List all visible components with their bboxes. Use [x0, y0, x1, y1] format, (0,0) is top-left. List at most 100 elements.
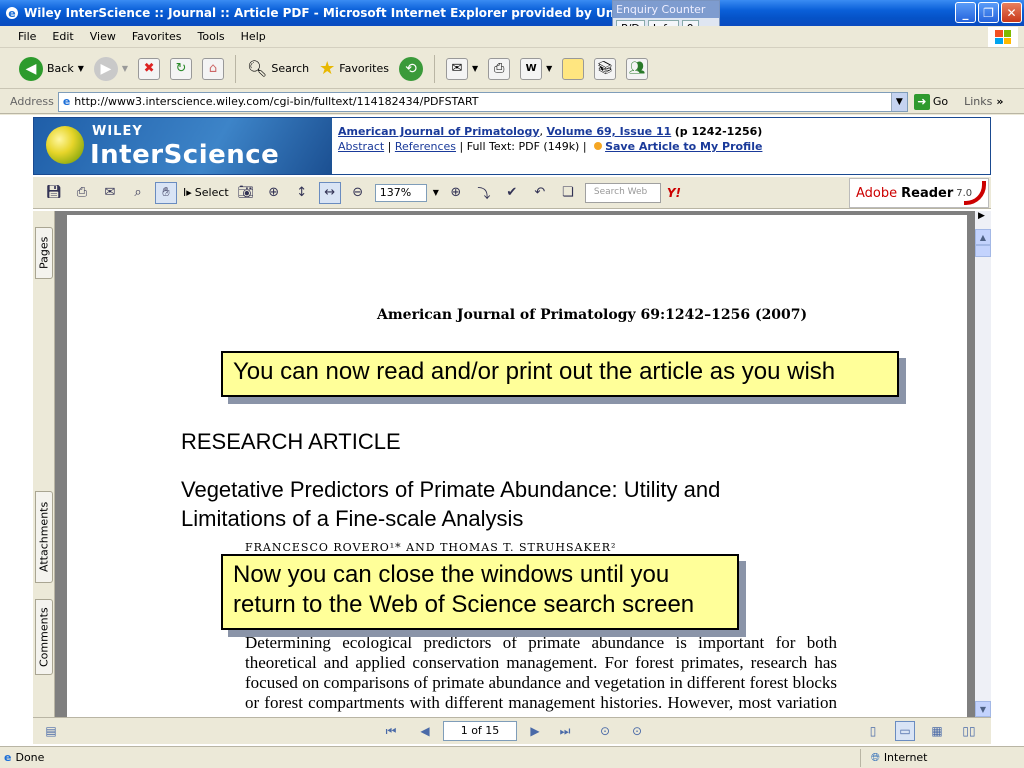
save-icon[interactable]: 💾︎	[43, 182, 65, 204]
window-title: Wiley InterScience :: Journal :: Article…	[24, 6, 624, 20]
menu-favorites[interactable]: Favorites	[124, 30, 190, 43]
issue-link[interactable]: Volume 69, Issue 11	[547, 125, 672, 138]
print-icon: ⎙	[488, 57, 511, 80]
refresh-button[interactable]: ↻	[167, 56, 195, 82]
print-button[interactable]: ⎙	[485, 56, 513, 82]
minimize-button[interactable]: _	[955, 2, 976, 23]
zoom-input[interactable]: 137%	[374, 183, 427, 202]
continuous-icon[interactable]: ▭	[895, 721, 915, 741]
email-icon[interactable]: ✉	[99, 182, 121, 204]
print-icon[interactable]: ⎙	[71, 182, 93, 204]
home-button[interactable]: ⌂	[199, 56, 227, 82]
zoom-dropdown-icon[interactable]: ▼	[433, 188, 439, 197]
article-type: RESEARCH ARTICLE	[181, 429, 401, 454]
previous-page-icon[interactable]: ◀	[415, 721, 435, 741]
pdf-page: American Journal of Primatology 69:1242–…	[67, 215, 967, 725]
wiley-banner: WILEY InterScience American Journal of P…	[33, 117, 991, 175]
tab-pages[interactable]: Pages	[35, 227, 53, 279]
chevron-right-icon[interactable]: »	[996, 95, 1003, 108]
vertical-scrollbar[interactable]: ▲ ▼	[975, 211, 991, 717]
wiley-wordmark: WILEY	[92, 124, 143, 139]
callout-close-windows: Now you can close the windows until you …	[221, 554, 739, 630]
scroll-up-icon[interactable]: ▲	[975, 229, 991, 245]
search-button[interactable]: 🔍︎ Search	[244, 57, 312, 80]
last-page-icon[interactable]: ⏭	[555, 721, 575, 741]
ie-icon: e	[6, 7, 18, 20]
standard-toolbar: ◀ Back ▼ ▶ ▼ ✖ ↻ ⌂ 🔍︎ Search ★ Favorites…	[0, 49, 1024, 89]
spell-check-icon[interactable]: ✔	[501, 182, 523, 204]
references-link[interactable]: References	[395, 140, 456, 153]
close-button[interactable]: ✕	[1001, 2, 1022, 23]
tab-comments[interactable]: Comments	[35, 599, 53, 675]
snapshot-icon[interactable]: 📷︎	[235, 182, 257, 204]
menu-edit[interactable]: Edit	[44, 30, 81, 43]
menu-tools[interactable]: Tools	[190, 30, 233, 43]
search-web-input[interactable]: Search Web	[584, 182, 661, 203]
enquiry-title: Enquiry Counter	[613, 1, 719, 18]
facing-icon[interactable]: ▯▯	[959, 721, 979, 741]
research-icon: 📚︎	[594, 57, 617, 80]
page-options-icon[interactable]: ▤	[41, 721, 61, 741]
links-button[interactable]: Links	[964, 95, 992, 108]
restore-button[interactable]: ❐	[978, 2, 999, 23]
forward-dropdown-icon[interactable]: ▼	[122, 64, 128, 73]
article-authors: FRANCESCO ROVERO¹* AND THOMAS T. STRUHSA…	[245, 541, 617, 554]
adobe-reader-logo: Adobe Reader 7.0	[849, 178, 989, 208]
tab-attachments[interactable]: Attachments	[35, 491, 53, 583]
pages-icon[interactable]: ❏	[557, 182, 579, 204]
mail-dropdown-icon[interactable]: ▼	[472, 64, 478, 73]
messenger-button[interactable]: 👥︎	[623, 56, 651, 82]
yahoo-icon[interactable]: Y!	[667, 186, 681, 200]
acrobat-toolbar: 💾︎ ⎙ ✉ ⌕ ✋︎ I▸ Select 📷︎ ⊕ ↕ ↔ ⊖ 137% ▼ …	[33, 177, 991, 209]
next-view-icon[interactable]: ⊙	[627, 721, 647, 741]
back-dropdown-icon[interactable]: ▼	[78, 64, 84, 73]
zoom-in-tool-icon[interactable]: ⊕	[263, 182, 285, 204]
zoom-out-icon[interactable]: ⊖	[347, 182, 369, 204]
search-icon: 🔍︎	[247, 59, 268, 78]
edit-dropdown-icon[interactable]: ▼	[546, 64, 552, 73]
scroll-thumb[interactable]	[975, 245, 991, 257]
continuous-facing-icon[interactable]: ▦	[927, 721, 947, 741]
previous-view-icon[interactable]: ⊙	[595, 721, 615, 741]
single-page-icon[interactable]: ▯	[863, 721, 883, 741]
scroll-down-icon[interactable]: ▼	[975, 701, 991, 717]
document-viewport[interactable]: American Journal of Primatology 69:1242–…	[55, 211, 975, 725]
page-done-icon: e	[4, 751, 12, 764]
select-tool[interactable]: I▸ Select	[183, 186, 229, 199]
favorites-button[interactable]: ★ Favorites	[316, 56, 392, 81]
discuss-button[interactable]	[559, 56, 587, 82]
history-button[interactable]: ⟲	[396, 55, 426, 83]
address-dropdown-icon[interactable]: ▼	[890, 92, 907, 111]
find-icon[interactable]: ⌕	[127, 182, 149, 204]
forward-button[interactable]: ▶ ▼	[91, 55, 131, 83]
adobe-wordmark: Adobe	[856, 185, 898, 201]
zoom-in-icon[interactable]: ⊕	[445, 182, 467, 204]
undo-icon[interactable]: ↶	[529, 182, 551, 204]
mail-button[interactable]: ✉ ▼	[443, 56, 481, 82]
rotate-icon[interactable]: ⤵	[473, 182, 495, 204]
go-button[interactable]: ➜ Go	[913, 93, 948, 110]
hand-tool-icon[interactable]: ✋︎	[155, 181, 177, 204]
page-number-input[interactable]: 1 of 15	[443, 721, 517, 741]
menu-help[interactable]: Help	[233, 30, 274, 43]
edit-button[interactable]: W ▼	[517, 56, 555, 82]
first-page-icon[interactable]: ⏮	[381, 721, 401, 741]
journal-link[interactable]: American Journal of Primatology	[338, 125, 540, 138]
window-titlebar[interactable]: e Wiley InterScience :: Journal :: Artic…	[0, 0, 1024, 26]
back-arrow-icon: ◀	[19, 56, 43, 81]
wiley-interscience-logo[interactable]: WILEY InterScience	[34, 118, 332, 174]
panel-expand-icon[interactable]: ▶	[978, 211, 990, 223]
menu-view[interactable]: View	[82, 30, 124, 43]
back-button[interactable]: ◀ Back ▼	[16, 55, 87, 83]
stop-button[interactable]: ✖	[135, 56, 163, 82]
research-button[interactable]: 📚︎	[591, 56, 619, 82]
menu-file[interactable]: File	[10, 30, 44, 43]
save-article-link[interactable]: Save Article to My Profile	[605, 140, 762, 153]
abstract-link[interactable]: Abstract	[338, 140, 384, 153]
windows-logo-icon	[988, 27, 1018, 47]
actual-size-icon[interactable]: ↕	[291, 182, 313, 204]
security-zone: Internet	[883, 751, 928, 764]
fit-width-icon[interactable]: ↔	[318, 181, 341, 204]
address-input[interactable]: e http://www3.interscience.wiley.com/cgi…	[57, 91, 908, 112]
next-page-icon[interactable]: ▶	[525, 721, 545, 741]
